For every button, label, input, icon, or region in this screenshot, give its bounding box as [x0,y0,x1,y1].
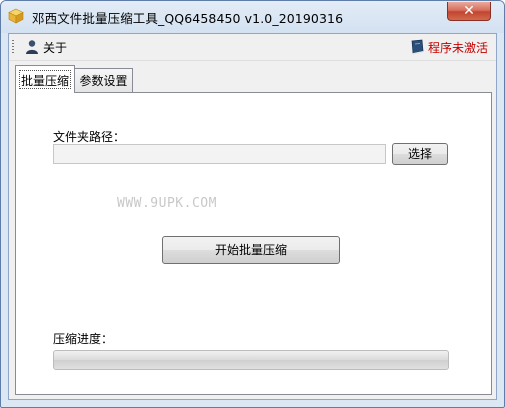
close-icon: ✕ [463,3,475,19]
start-compress-button[interactable]: 开始批量压缩 [162,236,340,264]
choose-folder-button[interactable]: 选择 [392,143,448,165]
unregistered-button[interactable]: 程序未激活 [409,38,488,56]
close-button[interactable]: ✕ [447,2,491,21]
tab-panel: 文件夹路径： 选择 WWW.9UPK.COM 开始批量压缩 压缩进度： [15,92,492,395]
toolbar-grip[interactable] [12,40,14,54]
tab-label: 参数设置 [79,74,128,88]
book-icon [411,39,424,55]
progress-bar [53,350,449,370]
folder-path-label: 文件夹路径： [53,130,126,144]
app-window: 邓西文件批量压缩工具_QQ6458450 v1.0_20190316 ✕ 关于 [0,0,505,408]
about-label: 关于 [43,40,68,55]
tab-settings[interactable]: 参数设置 [75,68,133,93]
folder-path-input[interactable] [53,144,386,164]
unregistered-label: 程序未激活 [427,40,488,55]
tab-label: 批量压缩 [20,74,69,88]
progress-label: 压缩进度： [53,332,114,346]
about-button[interactable]: 关于 [24,38,67,56]
watermark-text: WWW.9UPK.COM [117,196,217,211]
user-icon [26,40,38,54]
toolbar: 关于 程序未激活 [9,34,496,61]
title-bar[interactable]: 邓西文件批量压缩工具_QQ6458450 v1.0_20190316 ✕ [1,1,504,33]
client-area: 关于 程序未激活 批量压缩 参数设置 文件夹路径： 选择 WWW.9UPK.CO… [8,33,497,400]
box-icon [8,8,24,24]
window-title: 邓西文件批量压缩工具_QQ6458450 v1.0_20190316 [32,11,344,26]
tab-batch-compress[interactable]: 批量压缩 [15,65,75,93]
